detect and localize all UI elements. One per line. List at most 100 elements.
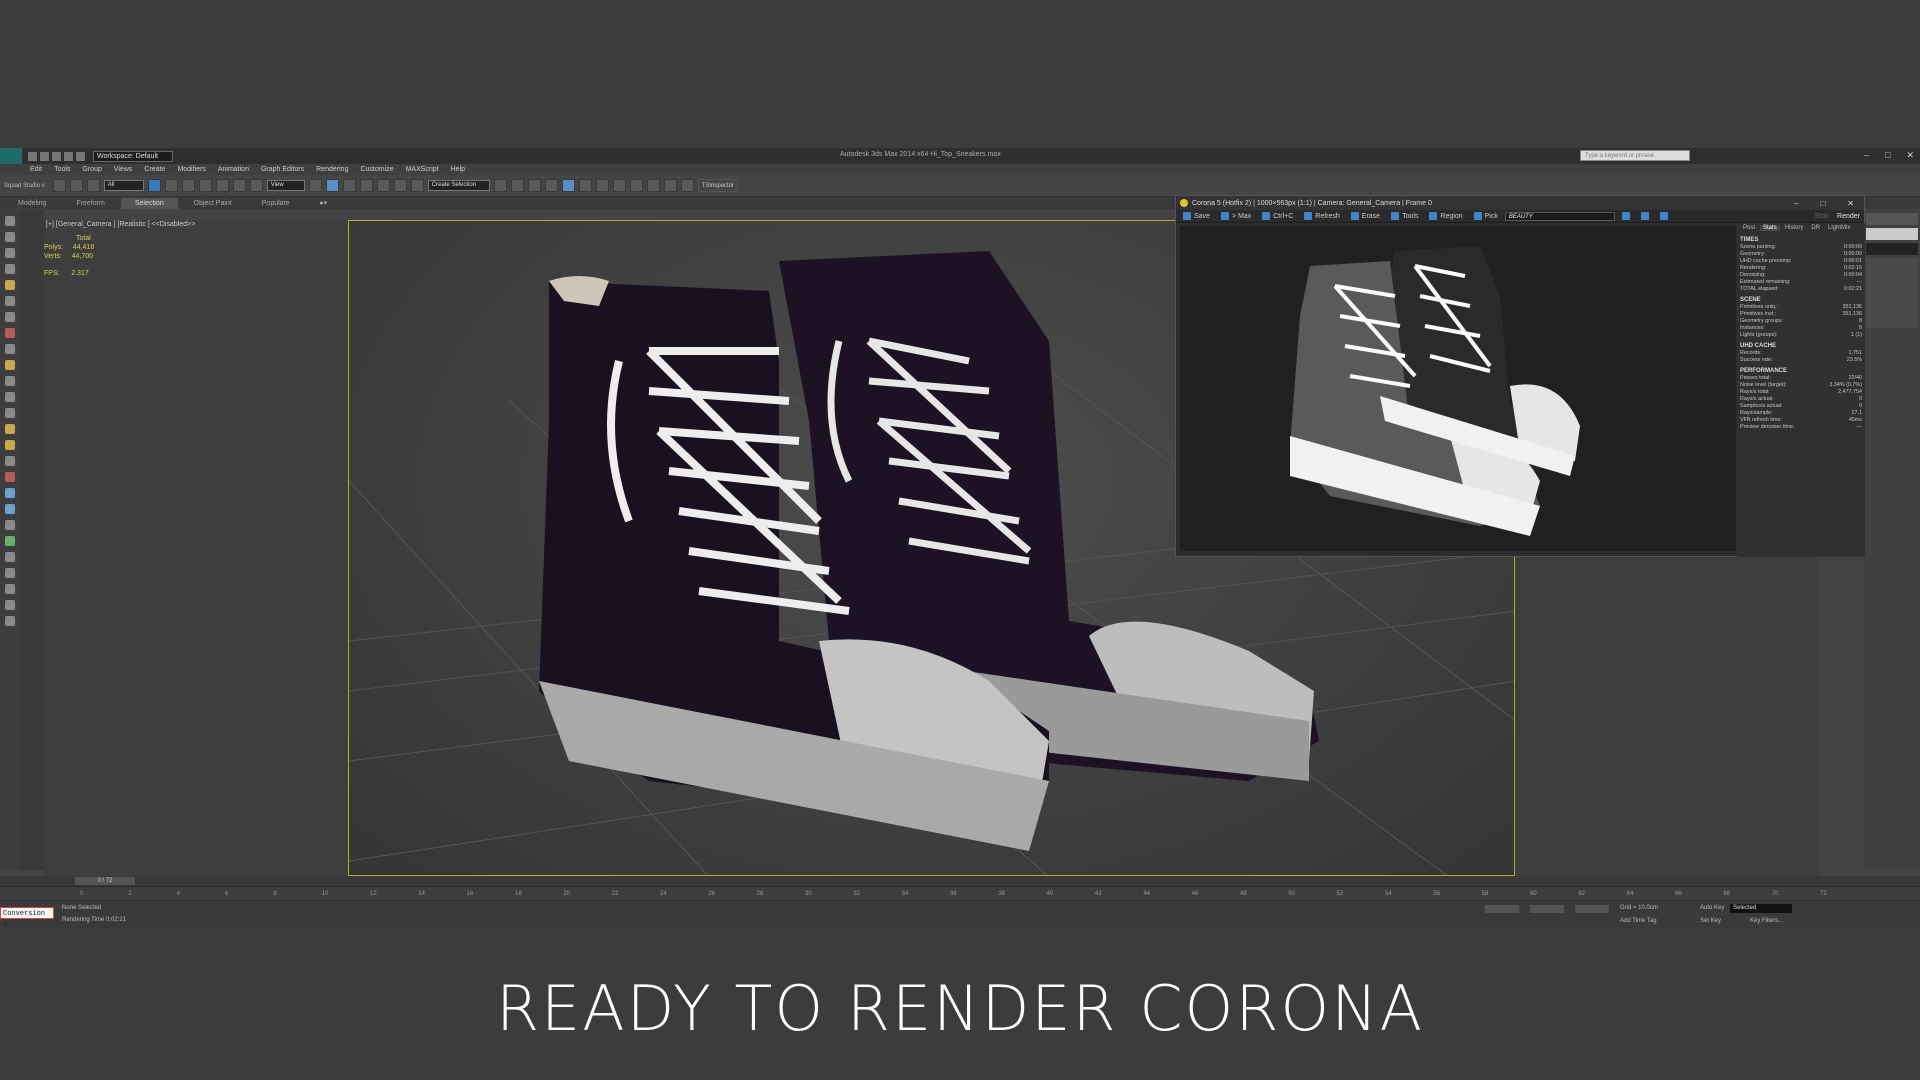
rendered-image[interactable] [1180, 226, 1736, 551]
wave-icon[interactable] [5, 456, 15, 466]
tab-populate[interactable]: Populate [248, 198, 304, 209]
create-icon[interactable] [5, 232, 15, 242]
bind-space-warp-icon[interactable] [86, 179, 100, 192]
menu-rendering[interactable]: Rendering [316, 166, 348, 173]
align-icon[interactable] [510, 179, 524, 192]
sphere-icon[interactable] [5, 376, 15, 386]
zoom-fit-icon[interactable] [1656, 212, 1672, 220]
vfb-maximize-icon[interactable]: □ [1820, 199, 1825, 208]
workspace-dropdown[interactable]: Workspace: Default [93, 150, 173, 162]
sun-icon[interactable] [5, 424, 15, 434]
menu-graph-editors[interactable]: Graph Editors [261, 166, 304, 173]
undo-icon[interactable] [64, 151, 73, 161]
vfb-tools-button[interactable]: Tools [1387, 212, 1422, 220]
snaps-toggle-icon[interactable] [342, 179, 356, 192]
layers-icon[interactable] [5, 264, 15, 274]
render-setup-icon[interactable] [612, 179, 626, 192]
layer-manager-icon[interactable] [527, 179, 541, 192]
menu-help[interactable]: Help [451, 166, 465, 173]
curve-editor-icon[interactable] [561, 179, 575, 192]
modifier-list-dropdown[interactable] [1866, 243, 1918, 255]
zoom-out-icon[interactable] [1637, 212, 1653, 220]
tube-icon[interactable] [5, 552, 15, 562]
paint-icon[interactable] [5, 472, 15, 482]
render-element-dropdown[interactable]: BEAUTY [1504, 211, 1615, 221]
help-icon[interactable] [5, 616, 15, 626]
ball-icon[interactable] [5, 568, 15, 578]
menu-group[interactable]: Group [82, 166, 101, 173]
menu-create[interactable]: Create [144, 166, 165, 173]
move-icon[interactable] [215, 179, 229, 192]
rotate-icon[interactable] [232, 179, 246, 192]
x-coordinate-field[interactable] [1485, 905, 1519, 913]
scale-icon[interactable] [249, 179, 263, 192]
key-set-dropdown[interactable]: Selected [1730, 904, 1792, 913]
tab-post[interactable]: Post [1740, 225, 1758, 231]
modifier-stack[interactable] [1866, 258, 1918, 328]
menu-customize[interactable]: Customize [360, 166, 393, 173]
save-file-icon[interactable] [52, 151, 61, 161]
shapes-icon[interactable] [5, 344, 15, 354]
open-file-icon[interactable] [40, 151, 49, 161]
helper-icon[interactable] [5, 312, 15, 322]
eye-icon[interactable] [5, 216, 15, 226]
tab-dr[interactable]: DR [1808, 225, 1823, 231]
vfb-region-button[interactable]: Region [1425, 212, 1466, 220]
link-icon[interactable] [52, 179, 66, 192]
add-time-tag[interactable]: Add Time Tag [1620, 918, 1657, 924]
camera-icon[interactable] [5, 296, 15, 306]
auto-key-button[interactable]: Auto Key [1700, 905, 1724, 911]
vfb-pick-button[interactable]: Pick [1470, 212, 1502, 220]
viewport-label[interactable]: [+] [General_Camera ] [Realistic ] <<Dis… [46, 221, 195, 228]
vfb-copy-button[interactable]: Ctrl+C [1258, 212, 1297, 220]
mirror-icon[interactable] [493, 179, 507, 192]
reference-coordinate-dropdown[interactable]: View [266, 180, 305, 191]
particle-icon[interactable] [5, 488, 15, 498]
key-filters-button[interactable]: Key Filters... [1750, 918, 1783, 924]
vfb-refresh-button[interactable]: Refresh [1300, 212, 1344, 220]
vfb-stop-button[interactable]: Stop [1815, 213, 1829, 220]
ts-inspector-button[interactable]: TSInspector [697, 179, 739, 192]
rectangular-selection-icon[interactable] [181, 179, 195, 192]
object-name-field[interactable] [1866, 228, 1918, 240]
pivot-icon[interactable] [308, 179, 322, 192]
select-object-icon[interactable] [147, 179, 161, 192]
redo-icon[interactable] [76, 151, 85, 161]
spinner-snap-icon[interactable] [393, 179, 407, 192]
angle-snap-icon[interactable] [359, 179, 373, 192]
z-coordinate-field[interactable] [1575, 905, 1609, 913]
edit-named-selection-icon[interactable] [410, 179, 424, 192]
corona-icon[interactable] [680, 179, 694, 192]
vfb-to-max-button[interactable]: > Max [1217, 212, 1255, 220]
render-iterative-icon[interactable] [663, 179, 677, 192]
vfb-minimize-icon[interactable]: – [1794, 199, 1798, 208]
plant-icon[interactable] [5, 536, 15, 546]
cone-icon[interactable] [5, 408, 15, 418]
teapot-icon[interactable] [5, 392, 15, 402]
selection-filter-dropdown[interactable]: All [103, 180, 144, 191]
wrench-icon[interactable] [5, 520, 15, 530]
tab-lightmix[interactable]: LightMix [1825, 225, 1853, 231]
new-file-icon[interactable] [28, 151, 37, 161]
app-logo-icon[interactable] [0, 148, 22, 164]
maxscript-listener-input[interactable]: Conversion d [0, 907, 54, 930]
material-editor-icon[interactable] [595, 179, 609, 192]
light-icon[interactable] [5, 280, 15, 290]
percent-snap-icon[interactable] [376, 179, 390, 192]
material-icon[interactable] [5, 440, 15, 450]
tab-stats[interactable]: Stats [1760, 225, 1780, 231]
select-by-name-icon[interactable] [164, 179, 178, 192]
tab-selection[interactable]: Selection [120, 197, 178, 209]
ribbon-options-icon[interactable]: ●▾ [305, 198, 341, 209]
menu-views[interactable]: Views [114, 166, 133, 173]
search-input[interactable]: Type a keyword or phrase [1580, 150, 1690, 161]
vfb-close-icon[interactable]: ✕ [1847, 199, 1854, 208]
folder-icon[interactable] [5, 360, 15, 370]
graphite-tools-icon[interactable] [544, 179, 558, 192]
y-coordinate-field[interactable] [1530, 905, 1564, 913]
vfb-render-button[interactable]: Render [1837, 213, 1860, 220]
minimize-icon[interactable]: – [1864, 150, 1869, 161]
tab-modeling[interactable]: Modeling [4, 198, 60, 209]
bars-icon[interactable] [5, 600, 15, 610]
menu-maxscript[interactable]: MAXScript [406, 166, 439, 173]
